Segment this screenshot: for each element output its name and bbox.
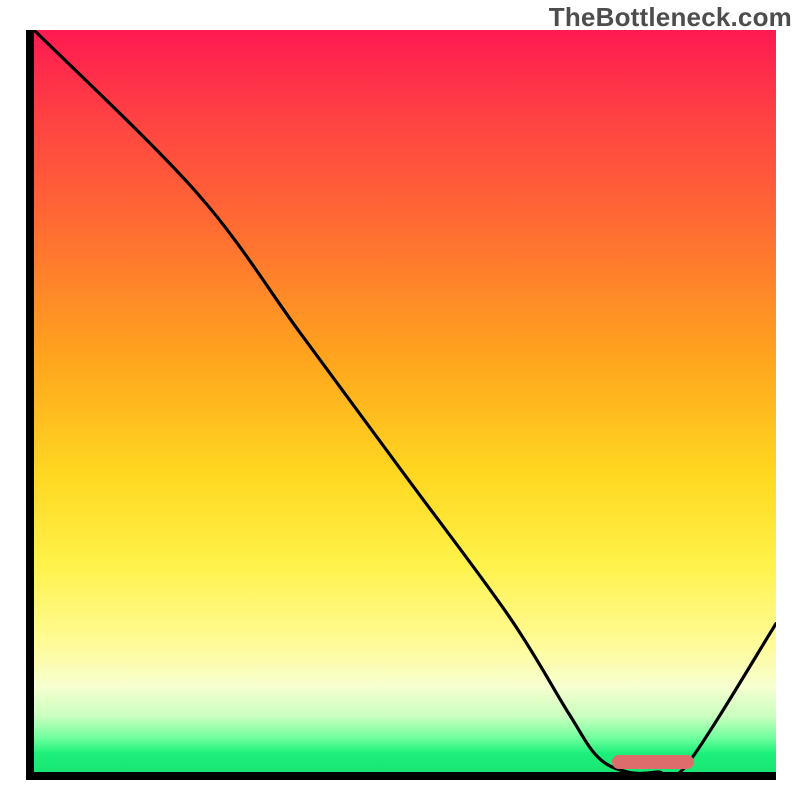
bottleneck-curve (34, 30, 776, 772)
chart-container: TheBottleneck.com (0, 0, 800, 800)
optimal-range-marker (612, 755, 695, 769)
watermark-text: TheBottleneck.com (549, 2, 792, 33)
plot-area (26, 30, 776, 780)
